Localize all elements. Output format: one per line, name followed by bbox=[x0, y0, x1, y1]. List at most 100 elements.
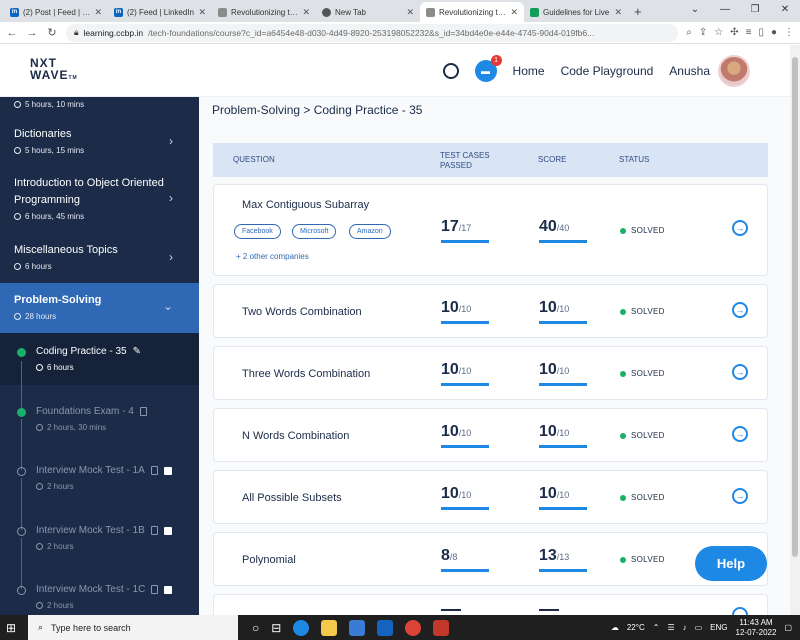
avatar[interactable] bbox=[718, 54, 750, 87]
sidebar-topic-partial[interactable]: 5 hours, 10 mins ⌃ bbox=[0, 97, 199, 109]
main-content: Problem-Solving > Coding Practice - 35 Q… bbox=[199, 97, 790, 615]
chrome-icon[interactable] bbox=[405, 619, 422, 636]
network-icon[interactable]: ☰ bbox=[667, 623, 674, 632]
solved-dot-icon bbox=[620, 308, 626, 315]
store-icon[interactable] bbox=[349, 619, 366, 636]
solved-dot-icon bbox=[620, 370, 626, 377]
restore-button[interactable]: ❐ bbox=[740, 0, 770, 20]
course-sidebar: 5 hours, 10 mins ⌃ Dictionaries 5 hours,… bbox=[0, 97, 199, 615]
reload-icon[interactable]: ↻ bbox=[46, 26, 58, 39]
test-cases-bar bbox=[441, 569, 489, 572]
partial-score bbox=[539, 609, 559, 611]
score-bar bbox=[539, 240, 587, 243]
doc-icon bbox=[426, 7, 435, 17]
browser-tab[interactable]: Revolutionizing the ✕ bbox=[212, 2, 316, 22]
score-value: 10/10 bbox=[539, 361, 570, 378]
weather-icon[interactable]: ☁ bbox=[611, 623, 619, 632]
app-icon[interactable] bbox=[433, 619, 450, 636]
reading-list-icon[interactable]: ≡ bbox=[746, 27, 752, 38]
close-tab-icon[interactable]: ✕ bbox=[302, 7, 310, 18]
mail-icon[interactable] bbox=[377, 619, 394, 636]
share-icon[interactable]: ⇪ bbox=[699, 27, 707, 38]
sidebar-subitem-foundations-exam[interactable]: Foundations Exam - 4 2 hours, 30 mins bbox=[0, 406, 199, 432]
browser-tab[interactable]: Guidelines for Live ✕ bbox=[524, 2, 628, 22]
open-question-arrow-icon[interactable]: → bbox=[732, 488, 748, 504]
close-tab-icon[interactable]: ✕ bbox=[94, 7, 102, 18]
extensions-icon[interactable]: ✣ bbox=[730, 27, 738, 38]
chevron-down-icon: ⌄ bbox=[162, 299, 173, 313]
nav-code-playground-link[interactable]: Code Playground bbox=[561, 64, 654, 78]
browser-tab[interactable]: in (2) Post | Feed | Lin ✕ bbox=[4, 2, 108, 22]
status-badge: SOLVED bbox=[620, 369, 665, 378]
tab-search-icon[interactable]: ⌄ bbox=[680, 0, 710, 20]
question-card[interactable]: N Words Combination 10/10 10/10 SOLVED → bbox=[213, 408, 768, 462]
nxtwave-logo[interactable]: NXT WAVETM bbox=[30, 57, 78, 84]
sidebar-subitem-coding-practice[interactable]: Coding Practice - 35 ✎ 6 hours bbox=[0, 346, 199, 372]
clock-icon bbox=[14, 263, 21, 270]
bookmark-star-icon[interactable]: ☆ bbox=[714, 27, 723, 38]
back-icon[interactable]: ← bbox=[6, 27, 18, 39]
windows-start-icon[interactable]: ⊞ bbox=[6, 621, 28, 635]
browser-tab-active[interactable]: Revolutionizing the ✕ bbox=[420, 2, 524, 22]
battery-icon[interactable]: ▭ bbox=[695, 623, 703, 632]
question-card-partial[interactable]: → bbox=[213, 594, 768, 615]
chevron-right-icon: › bbox=[169, 250, 173, 264]
open-question-arrow-icon[interactable]: → bbox=[732, 302, 748, 318]
chevron-up-icon[interactable]: ⌃ bbox=[653, 623, 660, 632]
clock-icon bbox=[36, 364, 43, 371]
open-question-arrow-icon[interactable]: → bbox=[732, 364, 748, 380]
sidebar-subitem-mock-test-1b[interactable]: Interview Mock Test - 1B 2 hours bbox=[0, 525, 199, 551]
sidebar-topic-oop[interactable]: Introduction to Object Oriented Programm… bbox=[0, 175, 199, 221]
chat-icon[interactable]: ▬ 1 bbox=[474, 54, 502, 82]
task-view-icon[interactable]: ○ bbox=[252, 621, 259, 635]
score-bar bbox=[539, 383, 587, 386]
sidebar-subitem-mock-test-1c[interactable]: Interview Mock Test - 1C 2 hours bbox=[0, 584, 199, 610]
company-tag: Amazon bbox=[349, 224, 391, 239]
open-question-arrow-icon[interactable]: → bbox=[732, 426, 748, 442]
browser-tab[interactable]: in (2) Feed | LinkedIn ✕ bbox=[108, 2, 212, 22]
forward-icon[interactable]: → bbox=[26, 27, 38, 39]
question-card[interactable]: Three Words Combination 10/10 10/10 SOLV… bbox=[213, 346, 768, 400]
minimize-button[interactable]: — bbox=[710, 0, 740, 20]
close-tab-icon[interactable]: ✕ bbox=[198, 7, 206, 18]
sheets-icon bbox=[530, 7, 539, 17]
question-card[interactable]: Max Contiguous Subarray Facebook Microso… bbox=[213, 184, 768, 276]
url-field[interactable]: 🔒︎ learning.ccbp.in/tech-foundations/cou… bbox=[66, 23, 679, 42]
lock-icon bbox=[163, 466, 172, 475]
widgets-icon[interactable]: ⊟ bbox=[271, 621, 281, 635]
question-card[interactable]: Polynomial 8/8 13/13 SOLVED bbox=[213, 532, 768, 586]
close-tab-icon[interactable]: ✕ bbox=[510, 7, 518, 18]
profile-icon[interactable]: ● bbox=[771, 27, 777, 38]
page-scrollbar[interactable] bbox=[790, 45, 800, 615]
close-window-button[interactable]: ✕ bbox=[770, 0, 800, 20]
sidebar-topic-misc[interactable]: Miscellaneous Topics 6 hours › bbox=[0, 242, 199, 271]
more-companies-link[interactable]: + 2 other companies bbox=[236, 252, 309, 261]
user-name[interactable]: Anusha bbox=[669, 64, 710, 78]
help-button[interactable]: Help bbox=[695, 546, 767, 581]
clock-display[interactable]: 11:43 AM 12-07-2022 bbox=[736, 618, 777, 638]
sidebar-topic-problem-solving[interactable]: Problem-Solving 28 hours ⌄ bbox=[0, 283, 199, 333]
menu-icon[interactable]: ⋮ bbox=[784, 27, 794, 38]
notification-badge: 1 bbox=[490, 54, 502, 66]
sidebar-subitem-mock-test-1a[interactable]: Interview Mock Test - 1A 2 hours bbox=[0, 465, 199, 491]
scrollbar-thumb[interactable] bbox=[792, 57, 798, 557]
notification-icon[interactable]: ▢ bbox=[784, 623, 792, 632]
new-tab-button[interactable]: + bbox=[628, 2, 648, 22]
file-explorer-icon[interactable] bbox=[321, 619, 338, 636]
volume-icon[interactable]: ♪ bbox=[683, 623, 687, 632]
open-question-arrow-icon[interactable]: → bbox=[732, 220, 748, 236]
browser-tab[interactable]: New Tab ✕ bbox=[316, 2, 420, 22]
close-tab-icon[interactable]: ✕ bbox=[406, 7, 414, 18]
edge-icon[interactable] bbox=[293, 619, 310, 636]
question-card[interactable]: All Possible Subsets 10/10 10/10 SOLVED … bbox=[213, 470, 768, 524]
question-card[interactable]: Two Words Combination 10/10 10/10 SOLVED… bbox=[213, 284, 768, 338]
side-panel-icon[interactable]: ▯ bbox=[758, 27, 764, 38]
zoom-icon[interactable]: ⌕ bbox=[686, 27, 692, 38]
clock-icon bbox=[36, 543, 43, 550]
stopwatch-icon[interactable] bbox=[442, 62, 459, 79]
open-question-arrow-icon[interactable]: → bbox=[732, 607, 748, 615]
taskbar-search-input[interactable]: ⌕ Type here to search bbox=[28, 615, 238, 640]
sidebar-topic-dictionaries[interactable]: Dictionaries 5 hours, 15 mins › bbox=[0, 126, 199, 155]
nav-home-link[interactable]: Home bbox=[513, 64, 545, 78]
close-tab-icon[interactable]: ✕ bbox=[614, 7, 622, 18]
